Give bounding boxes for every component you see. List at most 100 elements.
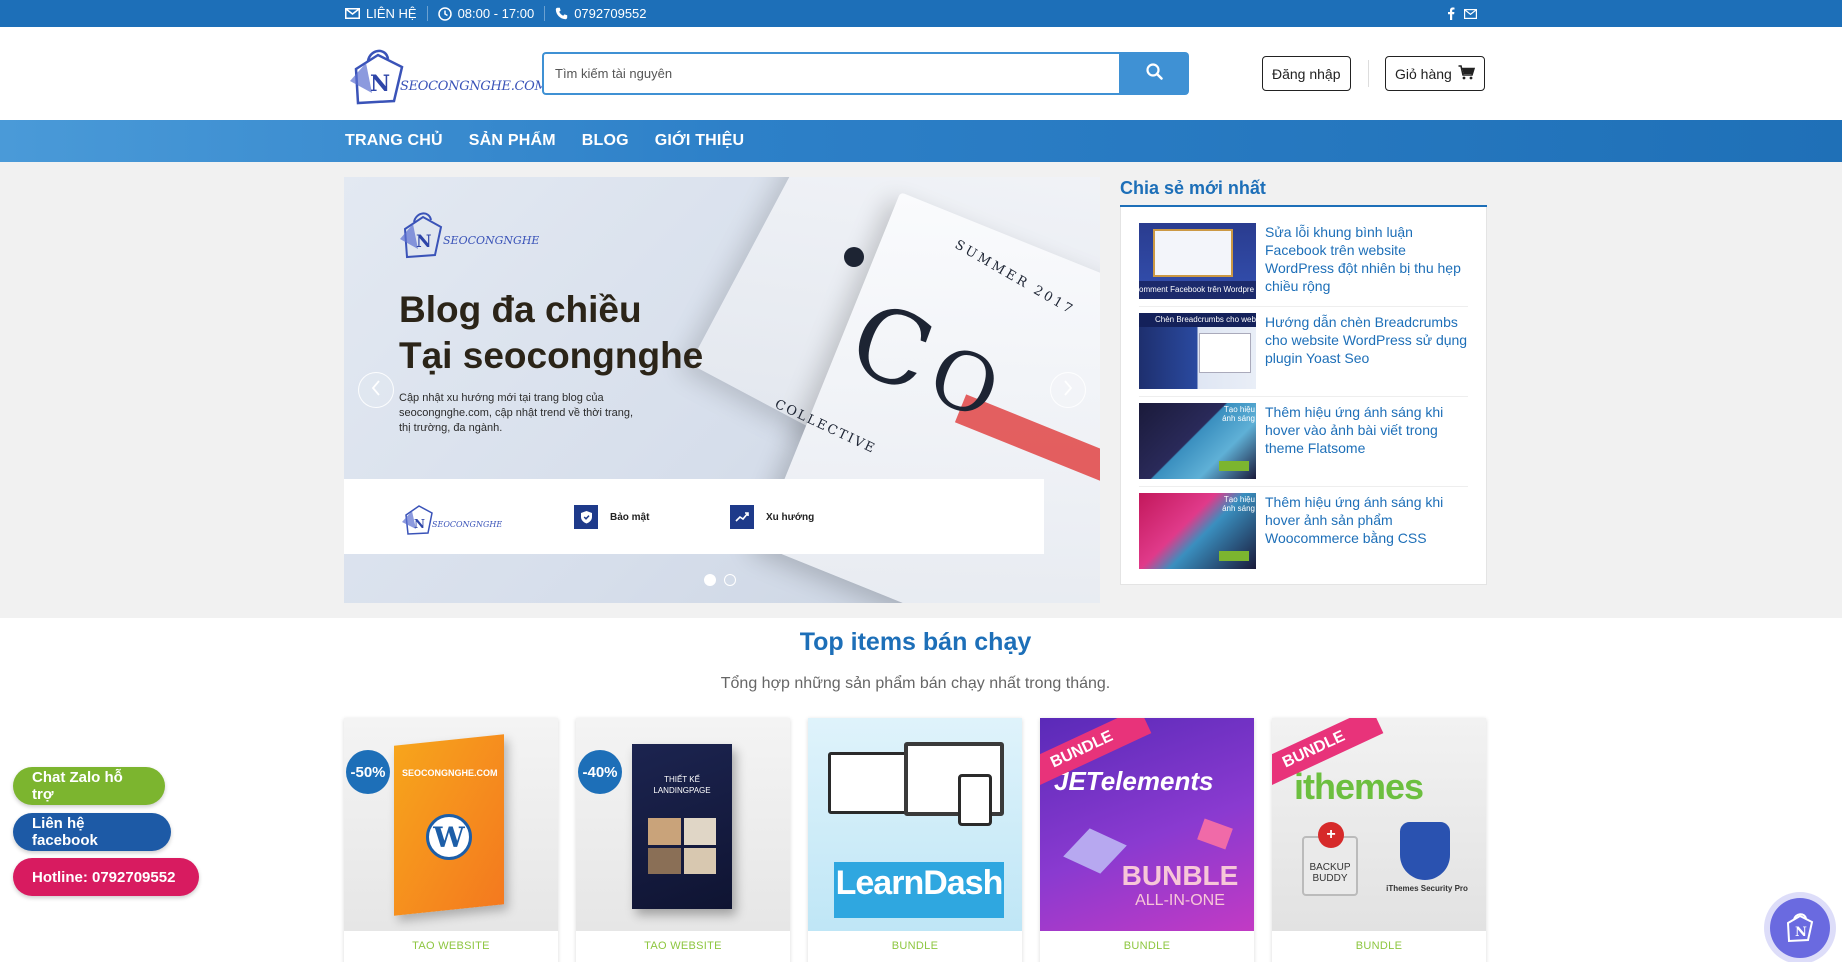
logo-bag-icon: N [1783, 909, 1817, 948]
product-image[interactable]: LearnDash [808, 718, 1022, 931]
hero-slider[interactable]: SUMMER 2017 C O COLLECTIVE N SEOCONGNGHE… [344, 177, 1100, 603]
post-item[interactable]: Chèn Breadcrumbs cho website Hướng dẫn c… [1139, 307, 1468, 397]
product-card[interactable]: SEOCONGNGHE.COM W -50% TAO WEBSITE [344, 718, 558, 962]
product-image[interactable]: JETelements BUNBLE ALL-IN-ONE BUNDLE [1040, 718, 1254, 931]
nav-item-products[interactable]: SẢN PHẨM [469, 132, 556, 150]
product-category[interactable]: BUNDLE [808, 940, 1022, 952]
product-image-text: JETelements [1054, 766, 1214, 796]
cart-label: Giỏ hàng [1395, 65, 1452, 82]
product-grid: SEOCONGNGHE.COM W -50% TAO WEBSITE THIẾT… [344, 718, 1486, 962]
facebook-icon[interactable] [1447, 7, 1455, 20]
magazine-graphic: SUMMER 2017 C O COLLECTIVE [774, 237, 1077, 457]
post-title[interactable]: Sửa lỗi khung bình luận Facebook trên we… [1265, 223, 1468, 300]
nav-item-home[interactable]: TRANG CHỦ [345, 132, 443, 150]
post-list: omment Facebook trên Wordpre Sửa lỗi khu… [1120, 207, 1487, 585]
product-image[interactable]: THIẾT KẾ LANDINGPAGE -40% [576, 718, 790, 931]
hero-card-logo: N SEOCONGNGHE.COM [402, 497, 526, 537]
post-thumbnail[interactable]: Tạo hiệu ánh sáng [1139, 403, 1256, 479]
post-item[interactable]: Tạo hiệu ánh sáng Thêm hiệu ứng ánh sáng… [1139, 397, 1468, 487]
cart-icon [1458, 64, 1475, 83]
product-card[interactable]: JETelements BUNBLE ALL-IN-ONE BUNDLE BUN… [1040, 718, 1254, 962]
cart-button[interactable]: Giỏ hàng [1385, 56, 1485, 91]
product-category[interactable]: TAO WEBSITE [344, 940, 558, 952]
contact-link[interactable]: LIÊN HỆ [345, 0, 427, 27]
product-category[interactable]: TAO WEBSITE [576, 940, 790, 952]
chat-zalo-button[interactable]: Chat Zalo hỗ trợ [13, 767, 165, 805]
post-thumbnail[interactable]: omment Facebook trên Wordpre [1139, 223, 1256, 299]
slider-dot[interactable] [704, 574, 716, 586]
svg-text:N: N [414, 517, 425, 531]
product-image-text: LearnDash [835, 864, 1004, 902]
phone-link[interactable]: 0792709552 [545, 0, 656, 27]
slider-dot[interactable] [724, 574, 736, 586]
trend-icon [730, 505, 754, 529]
product-image-text-2: BACKUP BUDDY [1309, 862, 1351, 884]
business-hours: 08:00 - 17:00 [428, 0, 545, 27]
product-card[interactable]: ithemes + BACKUP BUDDY iThemes Security … [1272, 718, 1486, 962]
product-image-text-3: ALL-IN-ONE [1135, 892, 1225, 909]
widget-title: Chia sẻ mới nhất [1120, 177, 1487, 207]
discount-badge: -40% [578, 750, 622, 794]
nav-item-blog[interactable]: BLOG [582, 132, 629, 150]
hero-logo: N SEOCONGNGHE.COM [399, 205, 572, 261]
clock-icon [437, 6, 452, 21]
svg-text:N: N [1795, 925, 1807, 940]
magazine-spine-text: COLLECTIVE [774, 397, 878, 457]
login-label: Đăng nhập [1272, 65, 1341, 82]
floating-logo-button[interactable]: N [1770, 898, 1830, 958]
hotline-button[interactable]: Hotline: 0792709552 [13, 858, 199, 896]
thumb-caption: Tạo hiệu ánh sáng [1222, 495, 1255, 513]
site-logo[interactable]: N SEOCONGNGHE.COM [348, 41, 548, 107]
hours-text: 08:00 - 17:00 [457, 6, 535, 21]
logo-bag-icon: N [350, 49, 404, 105]
product-image-text: SEOCONGNGHE.COM [402, 768, 498, 778]
search-form [542, 52, 1189, 95]
main-nav: TRANG CHỦ SẢN PHẨM BLOG GIỚI THIỆU [0, 120, 1842, 162]
product-image-text: ithemes [1294, 766, 1424, 807]
slider-prev-button[interactable] [358, 372, 394, 408]
product-card[interactable]: THIẾT KẾ LANDINGPAGE -40% TAO WEBSITE [576, 718, 790, 962]
logo-text: SEOCONGNGHE.COM [400, 79, 548, 94]
post-thumbnail[interactable]: Tạo hiệu ánh sáng [1139, 493, 1256, 569]
magazine-cover-text: SUMMER 2017 [952, 237, 1077, 318]
facebook-contact-button[interactable]: Liên hệ facebook [13, 813, 171, 851]
product-card[interactable]: LearnDash BUNDLE [808, 718, 1022, 962]
phone-text: 0792709552 [574, 6, 647, 21]
product-image[interactable]: ithemes + BACKUP BUDDY iThemes Security … [1272, 718, 1486, 931]
product-category[interactable]: BUNDLE [1040, 940, 1254, 952]
product-category[interactable]: BUNDLE [1272, 940, 1486, 952]
hero-title-line: Tại seocongnghe [399, 335, 704, 376]
hero-title-line: Blog đa chiều [399, 289, 642, 330]
chevron-left-icon [371, 379, 381, 401]
search-icon [1145, 62, 1163, 85]
section-title: Top items bán chạy [799, 628, 1032, 656]
feature-security-label: Bảo mật [610, 511, 650, 523]
mail-icon[interactable] [1464, 8, 1477, 19]
thumb-caption: Tạo hiệu ánh sáng [1222, 405, 1255, 423]
post-title[interactable]: Hướng dẫn chèn Breadcrumbs cho website W… [1265, 313, 1468, 390]
product-image-text-3: iThemes Security Pro [1386, 884, 1468, 893]
nav-item-about[interactable]: GIỚI THIỆU [655, 132, 744, 150]
post-item[interactable]: Tạo hiệu ánh sáng Thêm hiệu ứng ánh sáng… [1139, 487, 1468, 577]
slider-dots [704, 574, 736, 586]
thumb-caption: omment Facebook trên Wordpre [1139, 281, 1256, 299]
search-button[interactable] [1119, 52, 1189, 95]
svg-text:N: N [370, 71, 390, 97]
product-image[interactable]: SEOCONGNGHE.COM W -50% [344, 718, 558, 931]
hero-title: Blog đa chiều Tại seocongnghe [399, 287, 703, 379]
post-title[interactable]: Thêm hiệu ứng ánh sáng khi hover vào ảnh… [1265, 403, 1468, 480]
divider [1368, 60, 1369, 87]
post-title[interactable]: Thêm hiệu ứng ánh sáng khi hover ảnh sản… [1265, 493, 1468, 571]
login-button[interactable]: Đăng nhập [1262, 56, 1351, 91]
feature-trend: Xu hướng [730, 505, 814, 529]
post-thumbnail[interactable]: Chèn Breadcrumbs cho website [1139, 313, 1256, 389]
post-item[interactable]: omment Facebook trên Wordpre Sửa lỗi khu… [1139, 217, 1468, 307]
contact-label: LIÊN HỆ [366, 6, 417, 21]
svg-text:N: N [416, 232, 432, 252]
product-image-text: THIẾT KẾ LANDINGPAGE [653, 775, 711, 795]
slider-next-button[interactable] [1050, 372, 1086, 408]
discount-badge: -50% [346, 750, 390, 794]
search-input[interactable] [542, 52, 1119, 95]
feature-security: Bảo mật [574, 505, 649, 529]
product-image-text-2: BUNBLE [1121, 860, 1239, 891]
